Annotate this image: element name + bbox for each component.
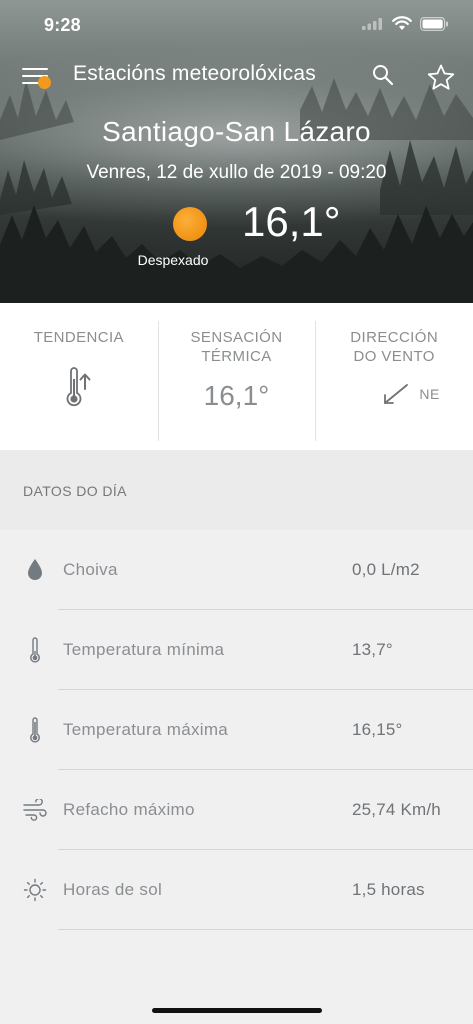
favorite-star-icon[interactable] xyxy=(426,63,456,93)
status-bar: 9:28 xyxy=(0,0,473,50)
wind-arrow-icon xyxy=(384,384,409,404)
summary-strip: TENDENCIA SENSACIÓN TÉRMICA 16,1° DIRECC… xyxy=(0,303,473,450)
sun-icon xyxy=(22,876,48,904)
thermometer-low-icon xyxy=(22,636,48,664)
menu-line xyxy=(22,68,48,71)
list-item: Temperatura máxima 16,15° xyxy=(0,690,473,770)
row-label: Temperatura mínima xyxy=(63,640,225,659)
wind-direction-label: DIRECCIÓN DO VENTO xyxy=(350,329,439,365)
trend-label: TENDENCIA xyxy=(33,329,124,346)
app-title: Estacións meteorolóxicas xyxy=(73,62,316,85)
hero-header: 9:28 Estacións meteorolóxicas Santiago-S… xyxy=(0,0,473,303)
row-label: Choiva xyxy=(63,560,118,579)
row-value: 16,15° xyxy=(352,720,403,739)
row-label: Temperatura máxima xyxy=(63,720,229,739)
thermometer-trend-up-icon xyxy=(66,367,91,407)
station-name: Santiago-San Lázaro xyxy=(102,116,371,147)
day-data-title: DATOS DO DÍA xyxy=(23,483,127,499)
status-icons xyxy=(362,16,449,31)
list-item: Refacho máximo 25,74 Km/h xyxy=(0,770,473,850)
row-value: 25,74 Km/h xyxy=(352,800,441,819)
home-indicator[interactable] xyxy=(152,1008,322,1013)
day-data-list: Choiva 0,0 L/m2 Temperatura mínima 13,7°… xyxy=(0,530,473,930)
cellular-signal-icon xyxy=(362,17,382,30)
weather-condition: Despexado xyxy=(137,252,209,268)
wind-direction-cell: DIRECCIÓN DO VENTO NE xyxy=(315,303,473,450)
sunny-weather-icon xyxy=(173,207,207,241)
row-value: 1,5 horas xyxy=(352,880,425,899)
observation-date: Venres, 12 de xullo de 2019 - 09:20 xyxy=(86,162,387,183)
menu-button[interactable] xyxy=(22,66,54,92)
feels-like-label: SENSACIÓN TÉRMICA xyxy=(190,329,283,365)
row-label: Horas de sol xyxy=(63,880,163,899)
wind-direction-value: NE xyxy=(419,386,440,402)
trend-cell: TENDENCIA xyxy=(0,303,158,450)
raindrop-icon xyxy=(22,556,48,584)
list-item: Temperatura mínima 13,7° xyxy=(0,610,473,690)
thermometer-high-icon xyxy=(22,716,48,744)
list-item: Horas de sol 1,5 horas xyxy=(0,850,473,930)
wind-direction-row: NE xyxy=(383,383,439,405)
row-label: Refacho máximo xyxy=(63,800,195,819)
battery-icon xyxy=(420,16,448,31)
feels-like-cell: SENSACIÓN TÉRMICA 16,1° xyxy=(157,303,316,450)
day-data-header: DATOS DO DÍA xyxy=(0,450,473,530)
list-item: Choiva 0,0 L/m2 xyxy=(0,530,473,610)
notification-dot xyxy=(38,76,51,89)
row-value: 0,0 L/m2 xyxy=(352,560,420,579)
feels-like-value: 16,1° xyxy=(203,380,270,411)
status-time: 9:28 xyxy=(44,15,81,35)
wind-icon xyxy=(22,796,48,824)
row-value: 13,7° xyxy=(352,640,393,659)
wifi-icon xyxy=(392,16,412,30)
search-icon[interactable] xyxy=(371,63,395,87)
current-temperature: 16,1° xyxy=(242,198,341,245)
